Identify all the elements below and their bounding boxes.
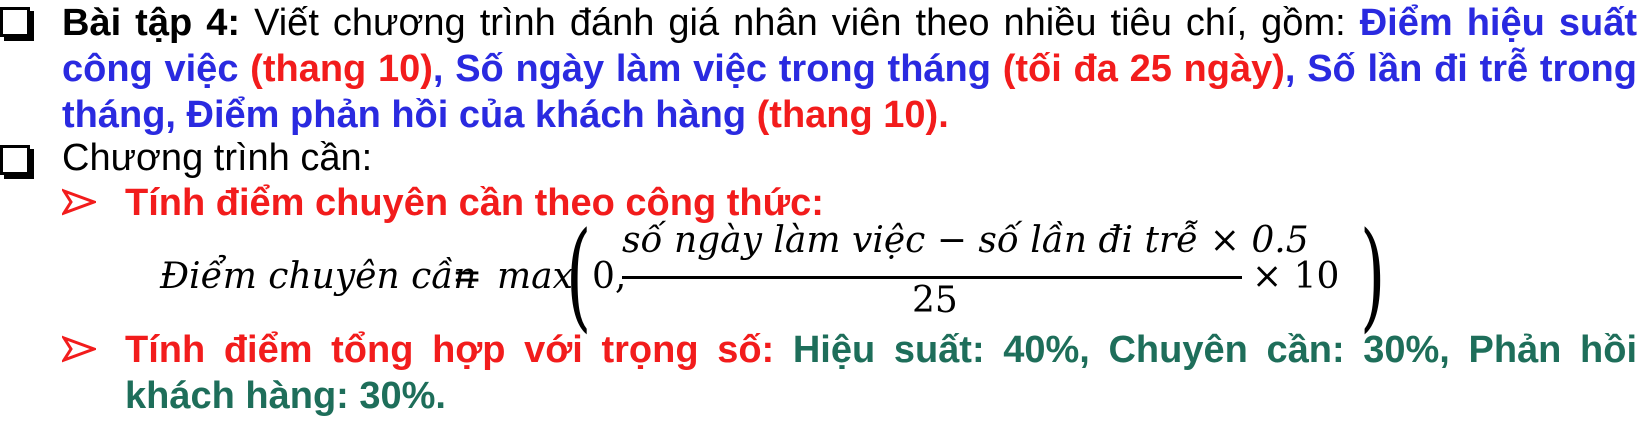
- formula-right-paren: ): [1360, 206, 1386, 344]
- formula-times-ten: × 10: [1252, 256, 1340, 297]
- separator: ,: [432, 48, 456, 90]
- program-requirements-heading: Chương trình cần:: [62, 137, 373, 179]
- formula-numerator: số ngày làm việc − số lần đi trễ × 0.5: [622, 220, 1309, 261]
- criterion-workdays: Số ngày làm việc trong tháng: [455, 48, 991, 90]
- criterion-workdays-note: (tối đa 25 ngày): [990, 48, 1285, 90]
- formula-equals: =: [452, 256, 483, 297]
- weighted-score-heading: Tính điểm tổng hợp với trọng số:: [125, 329, 775, 371]
- criterion-performance-note: (thang 10): [238, 48, 433, 90]
- square-bullet-icon: [0, 145, 30, 175]
- exercise-intro: Viết chương trình đánh giá nhân viên the…: [240, 2, 1360, 44]
- formula-max: max: [497, 256, 573, 297]
- formula-fraction-bar: [622, 276, 1242, 279]
- arrow-bullet-icon: [62, 188, 96, 216]
- formula-lhs: Điểm chuyên cần: [160, 256, 477, 297]
- formula-denominator: 25: [912, 280, 958, 321]
- arrow-bullet-icon: [62, 335, 96, 363]
- square-bullet-icon: [0, 7, 30, 37]
- weighted-score-paragraph: Tính điểm tổng hợp với trọng số: Hiệu su…: [125, 327, 1637, 419]
- criterion-feedback-note: (thang 10).: [746, 94, 949, 136]
- formula-left-paren: (: [566, 206, 592, 344]
- separator: ,: [1284, 48, 1308, 90]
- exercise-paragraph: Bài tập 4: Viết chương trình đánh giá nh…: [62, 0, 1637, 138]
- exercise-label: Bài tập 4:: [62, 2, 241, 44]
- attendance-formula: Điểm chuyên cần = max ( 0, số ngày làm v…: [160, 206, 1410, 344]
